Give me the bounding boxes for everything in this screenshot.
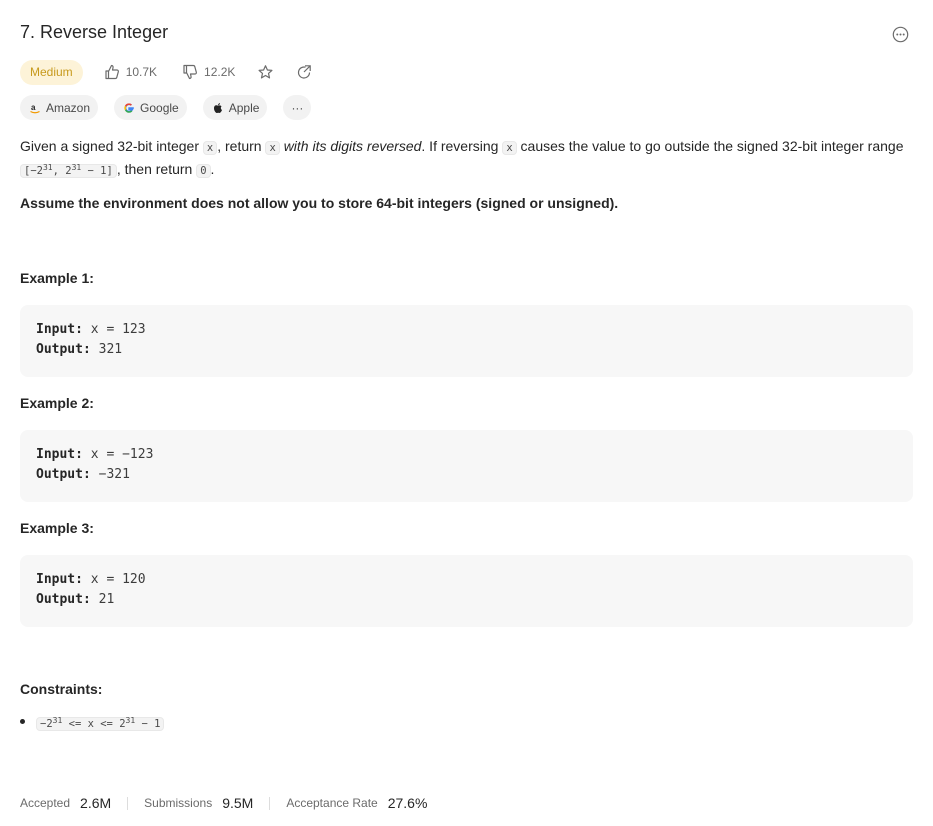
company-tag-amazon[interactable]: a Amazon [20,95,99,120]
thumbs-up-icon [105,64,119,80]
company-tag-apple[interactable]: Apple [202,95,268,120]
apple-icon [212,102,224,114]
favorite-button[interactable] [257,64,274,81]
divider [269,796,271,810]
problem-description: Given a signed 32-bit integer x, return … [20,138,904,178]
example-box: Input: x = 123 Output: 321 [20,305,913,377]
example-title: Example 2: [20,395,94,411]
problem-meta-row: Medium 10.7K 12.2K [20,59,312,85]
divider [127,796,129,810]
accepted-label: Accepted [20,796,71,810]
star-icon [258,64,273,78]
submission-stats: Accepted 2.6M Submissions 9.5M Acceptanc… [20,792,427,814]
range-code: [−231, 231 − 1] [20,164,117,178]
company-label: Google [140,100,179,115]
example-box: Input: x = −123 Output: −321 [20,430,913,502]
more-options-icon[interactable] [892,26,909,43]
dislike-count: 12.2K [204,65,236,79]
difficulty-badge[interactable]: Medium [20,59,83,85]
share-button[interactable] [296,64,312,80]
submissions-value: 9.5M [222,795,254,811]
like-button[interactable]: 10.7K [104,64,157,80]
example-box: Input: x = 120 Output: 21 [20,555,913,627]
constraint-item: −231 <= x <= 231 − 1 [20,717,165,731]
like-count: 10.7K [125,65,158,79]
constraint-code: −231 <= x <= 231 − 1 [36,717,165,731]
problem-title: 7. Reverse Integer [20,22,169,42]
acceptance-rate-label: Acceptance Rate [286,796,378,810]
google-icon [123,102,135,114]
inline-code: x [202,141,218,155]
constraints-list: −231 <= x <= 231 − 1 [20,717,165,731]
dislike-button[interactable]: 12.2K [182,64,235,80]
company-tags: a Amazon Google Apple ··· [20,95,312,120]
accepted-value: 2.6M [80,795,112,811]
inline-code: 0 [196,164,211,178]
more-companies-button[interactable]: ··· [283,95,312,120]
thumbs-down-icon [183,64,198,80]
example-title: Example 1: [20,270,94,286]
svg-text:a: a [31,103,36,112]
inline-code: x [265,141,280,155]
inline-code: x [502,141,517,155]
company-tag-google[interactable]: Google [114,95,187,120]
amazon-icon: a [29,102,41,114]
description-note: Assume the environment does not allow yo… [20,195,619,211]
submissions-label: Submissions [144,796,213,810]
share-icon [298,65,312,79]
bullet [20,718,25,724]
acceptance-rate-value: 27.6% [387,795,428,811]
company-label: Amazon [46,100,91,115]
constraints-title: Constraints: [20,681,103,697]
example-title: Example 3: [20,520,94,536]
company-label: Apple [228,100,260,115]
